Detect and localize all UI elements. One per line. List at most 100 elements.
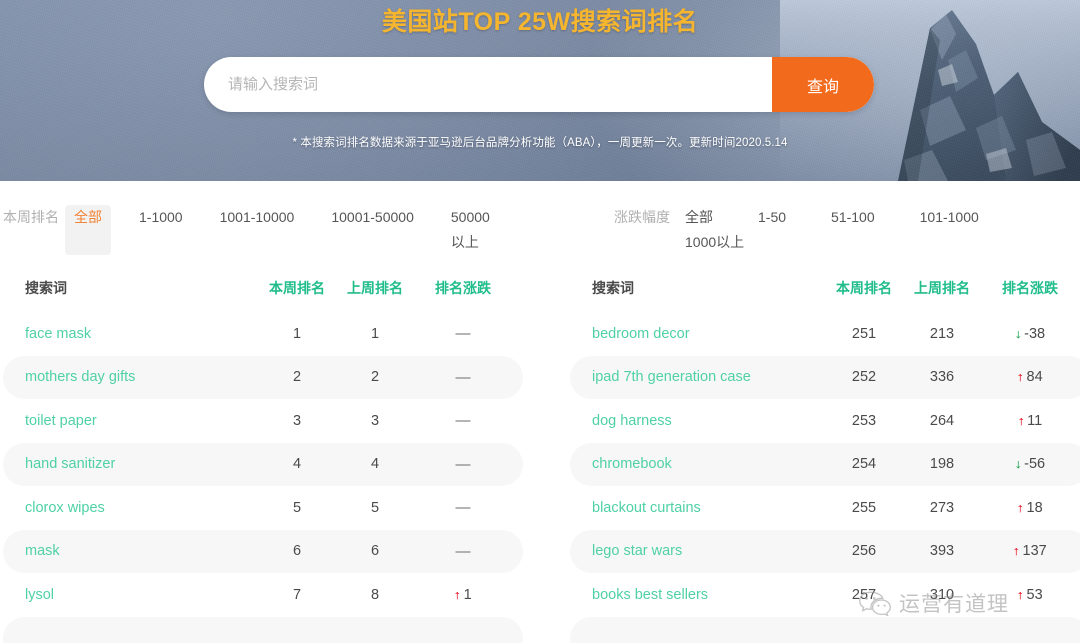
cell-rank-change: ↑1 — [414, 587, 512, 603]
cell-rank-change: ↓-56 — [981, 456, 1079, 472]
arrow-down-icon: ↓ — [1014, 327, 1022, 341]
arrow-up-icon: ↑ — [454, 588, 462, 602]
search-term-link[interactable]: clorox wipes — [3, 500, 258, 516]
rank-change-value: 84 — [1027, 369, 1043, 385]
cell-rank-change: ↑11 — [981, 413, 1079, 429]
no-change-dash-icon: — — [456, 543, 471, 560]
search-term-link[interactable]: face mask — [3, 326, 258, 342]
cell-this-week-rank: 256 — [825, 543, 903, 559]
search-bar[interactable]: 查询 — [204, 57, 874, 112]
search-term-link[interactable]: lego star wars — [570, 543, 825, 559]
table-row[interactable]: toilet paper33— — [3, 399, 523, 443]
search-term-link[interactable]: mothers day gifts — [3, 369, 258, 385]
rank-change-value: 53 — [1027, 587, 1043, 603]
filter-option-weekly-all[interactable]: 全部 — [65, 205, 111, 255]
cell-this-week-rank: 252 — [825, 369, 903, 385]
table-row[interactable] — [570, 617, 1080, 643]
cell-last-week-rank: 393 — [903, 543, 981, 559]
cell-this-week-rank: 5 — [258, 500, 336, 516]
ranking-table-right: 搜索词 本周排名 上周排名 排名涨跌 bedroom decor251213↓-… — [570, 263, 1080, 643]
ranking-tables: 搜索词 本周排名 上周排名 排名涨跌 face mask11— mothers d… — [0, 263, 1080, 643]
column-header-change: 排名涨跌 — [981, 278, 1079, 298]
filter-option-weekly-50000-plus[interactable]: 50000以上 — [442, 205, 498, 255]
table-row[interactable]: blackout curtains255273↑18 — [570, 486, 1080, 530]
arrow-up-icon: ↑ — [1017, 370, 1025, 384]
filter-option-change-all[interactable]: 全部 — [676, 205, 722, 230]
filter-option-change-101-1000[interactable]: 101-1000 — [911, 205, 988, 230]
no-change-dash-icon: — — [456, 499, 471, 516]
filter-group-weekly-rank: 本周排名 全部 1-1000 1001-10000 10001-50000 50… — [3, 205, 543, 255]
data-source-note: * 本搜索词排名数据来源于亚马逊后台品牌分析功能（ABA），一周更新一次。更新时… — [0, 134, 1080, 152]
table-row[interactable]: mask66— — [3, 530, 523, 574]
search-term-link[interactable]: bedroom decor — [570, 326, 825, 342]
arrow-down-icon: ↓ — [1014, 457, 1022, 471]
hero-banner: 美国站TOP 25W搜索词排名 查询 * 本搜索词排名数据来源于亚马逊后台品牌分… — [0, 0, 1080, 181]
filter-option-weekly-1001-10000[interactable]: 1001-10000 — [211, 205, 304, 255]
table-row[interactable]: mothers day gifts22— — [3, 356, 523, 400]
filter-option-weekly-1-1000[interactable]: 1-1000 — [130, 205, 192, 255]
cell-last-week-rank: 310 — [903, 587, 981, 603]
column-header-last-week: 上周排名 — [336, 278, 414, 298]
cell-this-week-rank: 3 — [258, 413, 336, 429]
table-row[interactable] — [3, 617, 523, 643]
cell-rank-change: ↑53 — [981, 587, 1079, 603]
cell-rank-change: — — [414, 412, 512, 429]
table-row[interactable]: clorox wipes55— — [3, 486, 523, 530]
search-term-link[interactable]: toilet paper — [3, 413, 258, 429]
table-row[interactable]: chromebook254198↓-56 — [570, 443, 1080, 487]
column-header-this-week: 本周排名 — [825, 278, 903, 298]
cell-last-week-rank: 3 — [336, 413, 414, 429]
table-row[interactable]: hand sanitizer44— — [3, 443, 523, 487]
search-term-link[interactable]: ipad 7th generation case — [570, 369, 825, 385]
column-header-term: 搜索词 — [3, 278, 258, 298]
arrow-up-icon: ↑ — [1017, 501, 1025, 515]
cell-last-week-rank: 6 — [336, 543, 414, 559]
cell-last-week-rank: 5 — [336, 500, 414, 516]
search-term-link[interactable]: hand sanitizer — [3, 456, 258, 472]
filter-option-change-1000-plus[interactable]: 1000以上 — [676, 230, 753, 255]
search-term-link[interactable]: mask — [3, 543, 258, 559]
search-term-link[interactable]: dog harness — [570, 413, 825, 429]
table-row[interactable]: dog harness253264↑11 — [570, 399, 1080, 443]
table-body-right: bedroom decor251213↓-38ipad 7th generati… — [570, 312, 1080, 643]
search-submit-button[interactable]: 查询 — [772, 57, 874, 112]
cell-last-week-rank: 198 — [903, 456, 981, 472]
table-row[interactable]: books best sellers257310↑53 — [570, 573, 1080, 617]
column-header-term: 搜索词 — [570, 278, 825, 298]
filter-option-change-1-50[interactable]: 1-50 — [749, 205, 795, 230]
filter-bar: 本周排名 全部 1-1000 1001-10000 10001-50000 50… — [0, 181, 1080, 263]
cell-rank-change: ↓-38 — [981, 326, 1079, 342]
search-input[interactable] — [204, 57, 772, 112]
search-term-link[interactable]: blackout curtains — [570, 500, 825, 516]
cell-last-week-rank: 264 — [903, 413, 981, 429]
filter-group-change-range: 涨跌幅度 全部 1-50 51-100 101-1000 1000以上 — [614, 205, 1080, 255]
cell-last-week-rank: 8 — [336, 587, 414, 603]
rank-change-value: 18 — [1027, 500, 1043, 516]
cell-rank-change: ↑18 — [981, 500, 1079, 516]
filter-option-change-51-100[interactable]: 51-100 — [822, 205, 884, 230]
cell-rank-change: — — [414, 499, 512, 516]
search-term-link[interactable]: chromebook — [570, 456, 825, 472]
table-row[interactable]: bedroom decor251213↓-38 — [570, 312, 1080, 356]
column-header-this-week: 本周排名 — [258, 278, 336, 298]
table-row[interactable]: lysol78↑1 — [3, 573, 523, 617]
cell-last-week-rank: 213 — [903, 326, 981, 342]
cell-last-week-rank: 4 — [336, 456, 414, 472]
arrow-up-icon: ↑ — [1012, 544, 1020, 558]
search-term-link[interactable]: lysol — [3, 587, 258, 603]
filter-option-weekly-10001-50000[interactable]: 10001-50000 — [322, 205, 423, 255]
column-header-change: 排名涨跌 — [414, 278, 512, 298]
column-header-last-week: 上周排名 — [903, 278, 981, 298]
table-body-left: face mask11—mothers day gifts22—toilet p… — [3, 312, 523, 643]
table-row[interactable]: lego star wars256393 ↑137 — [570, 530, 1080, 574]
table-row[interactable]: face mask11— — [3, 312, 523, 356]
cell-this-week-rank: 7 — [258, 587, 336, 603]
cell-rank-change: — — [414, 325, 512, 342]
table-row[interactable]: ipad 7th generation case252336↑84 — [570, 356, 1080, 400]
cell-this-week-rank: 6 — [258, 543, 336, 559]
cell-last-week-rank: 2 — [336, 369, 414, 385]
search-term-link[interactable]: books best sellers — [570, 587, 825, 603]
rank-change-value: 137 — [1023, 543, 1047, 559]
rank-change-value: -38 — [1024, 326, 1045, 342]
cell-this-week-rank: 257 — [825, 587, 903, 603]
